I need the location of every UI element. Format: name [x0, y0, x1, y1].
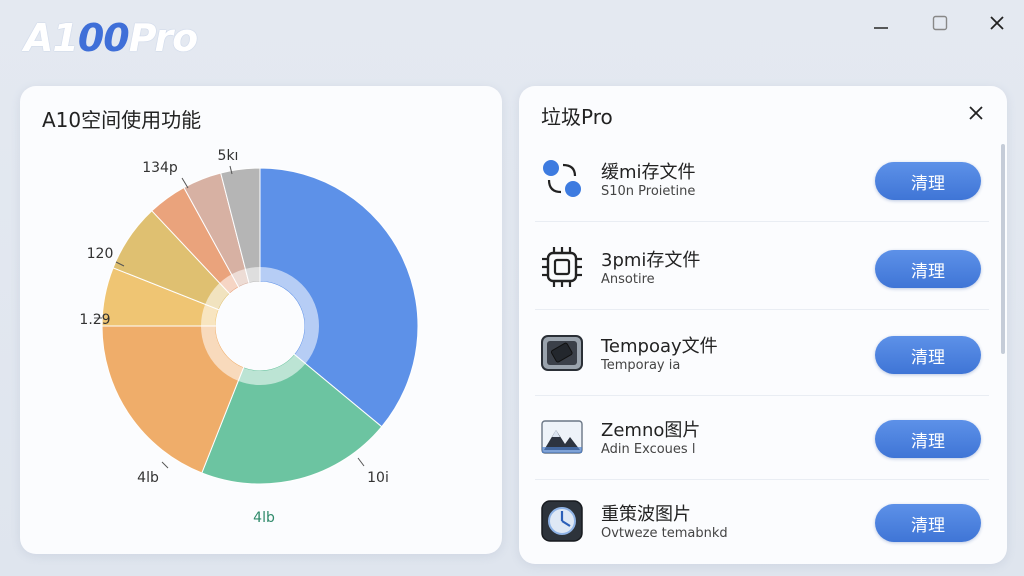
list-item: 缓mi存文件 S10n Proietine 清理: [519, 138, 989, 222]
image-mountain-icon: [539, 414, 585, 460]
app-logo: A100Pro: [24, 16, 198, 60]
clean-button[interactable]: 清理: [875, 504, 981, 542]
item-subtitle: Adin Excoues l: [601, 442, 696, 457]
usage-donut-chart: 5kı 134p 120 1.29 4lb 4lb 10i: [79, 148, 419, 526]
connect-nodes-icon: [539, 156, 585, 202]
minimize-icon: [874, 27, 888, 29]
maximize-button[interactable]: [925, 8, 955, 38]
item-title: Tempoay文件: [601, 336, 718, 357]
donut-label-2: 120: [87, 246, 114, 262]
donut-label-6: 10i: [367, 470, 389, 486]
clean-button[interactable]: 清理: [875, 250, 981, 288]
donut-label-1: 134p: [142, 160, 178, 176]
donut-label-0: 5kı: [218, 148, 239, 164]
donut-label-3: 1.29: [79, 312, 110, 328]
list-item: 3pmi存文件 Ansotire 清理: [519, 226, 989, 310]
close-icon: [969, 106, 983, 120]
space-usage-panel: A10空间使用功能 5kı 134p 120 1.29 4lb 4lb 10i: [20, 86, 502, 554]
panel-close-button[interactable]: [963, 100, 989, 126]
label-leader-line: [161, 461, 169, 469]
maximize-icon: [932, 15, 948, 31]
item-subtitle: Ansotire: [601, 272, 655, 287]
scrollbar[interactable]: [1001, 144, 1005, 354]
panel-title: 垃圾Pro: [541, 105, 613, 129]
clean-button[interactable]: 清理: [875, 162, 981, 200]
clean-button[interactable]: 清理: [875, 420, 981, 458]
item-subtitle: Ovtweze temabnkd: [601, 526, 728, 541]
item-title: 缓mi存文件: [601, 162, 696, 183]
minimize-button[interactable]: [866, 8, 896, 38]
divider: [535, 221, 989, 222]
clock-app-icon: [539, 498, 585, 544]
item-title: Zemno图片: [601, 420, 701, 441]
close-window-button[interactable]: [982, 8, 1012, 38]
chip-icon: [539, 244, 585, 290]
list-item: Zemno图片 Adin Excoues l 清理: [519, 396, 989, 480]
list-item: Tempoay文件 Temporay ia 清理: [519, 312, 989, 396]
item-subtitle: S10n Proietine: [601, 184, 696, 199]
donut-hole: [216, 282, 304, 370]
donut-label-5: 4lb: [253, 510, 275, 526]
item-title: 重策波图片: [601, 504, 691, 525]
junk-pro-panel: 垃圾Pro 缓mi存文件 S10n Proietine 清理 3pmi存文件 A…: [519, 86, 1007, 564]
list-item: 重策波图片 Ovtweze temabnkd 清理: [519, 480, 989, 564]
label-leader-line: [357, 457, 365, 467]
item-subtitle: Temporay ia: [601, 358, 681, 373]
divider: [535, 309, 989, 310]
ssd-drive-icon: [539, 330, 585, 376]
clean-button[interactable]: 清理: [875, 336, 981, 374]
item-title: 3pmi存文件: [601, 250, 701, 271]
close-icon: [990, 16, 1004, 30]
donut-label-4: 4lb: [137, 470, 159, 486]
